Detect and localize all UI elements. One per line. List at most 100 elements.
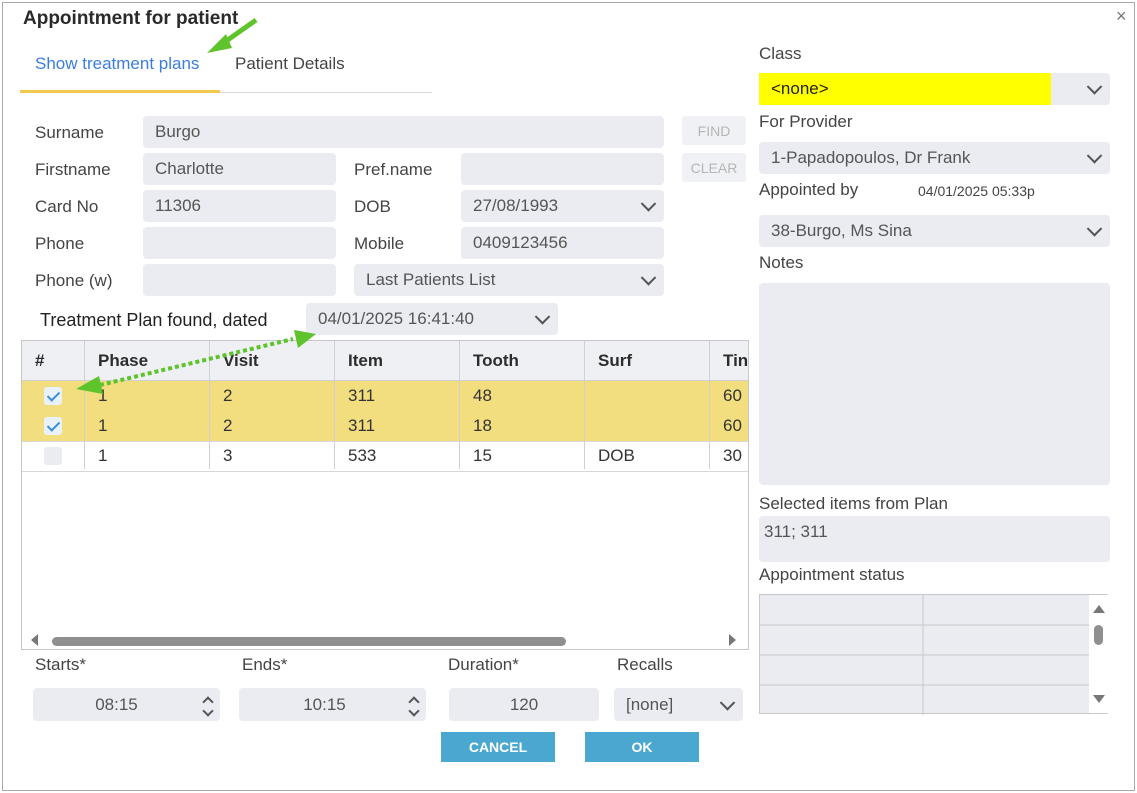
- chevron-down-icon: [1086, 221, 1103, 237]
- ends-label: Ends*: [242, 655, 288, 674]
- mobile-field[interactable]: 0409123456: [461, 227, 664, 259]
- recalls-label: Recalls: [617, 655, 673, 674]
- mobile-label: Mobile: [354, 234, 405, 253]
- selected-items-field[interactable]: 311; 311: [759, 516, 1110, 562]
- cell-time: 60: [723, 416, 742, 435]
- firstname-label: Firstname: [35, 160, 111, 179]
- horizontal-scrollbar[interactable]: [22, 631, 748, 649]
- starts-time-spinner[interactable]: 08:15: [33, 688, 220, 721]
- notes-textarea[interactable]: [759, 283, 1110, 485]
- chevron-down-icon: [640, 196, 657, 212]
- cell-phase: 1: [98, 416, 108, 435]
- table-row[interactable]: 1 3 533 15 DOB 30: [22, 441, 748, 472]
- col-header-item[interactable]: Item: [348, 351, 383, 371]
- last-patients-dropdown[interactable]: Last Patients List: [354, 264, 664, 296]
- surname-label: Surname: [35, 123, 104, 142]
- starts-value: 08:15: [95, 694, 138, 714]
- col-header-surf[interactable]: Surf: [598, 351, 632, 371]
- appointment-status-list[interactable]: [759, 594, 1108, 715]
- cell-time: 60: [723, 386, 742, 405]
- clear-button[interactable]: CLEAR: [682, 153, 746, 182]
- recalls-dropdown[interactable]: [none]: [614, 688, 743, 721]
- dob-picker[interactable]: 27/08/1993: [461, 190, 664, 222]
- last-patients-value: Last Patients List: [366, 270, 496, 289]
- plan-found-label: Treatment Plan found, dated: [40, 310, 268, 330]
- status-grid-lines: [760, 595, 1090, 715]
- plan-date-dropdown[interactable]: 04/01/2025 16:41:40: [306, 303, 558, 335]
- column-divider: [209, 341, 210, 469]
- row-checkbox[interactable]: [44, 387, 62, 405]
- recalls-value: [none]: [626, 694, 674, 714]
- cell-tooth: 18: [473, 416, 492, 435]
- chevron-down-icon: [1086, 148, 1103, 164]
- plan-date-value: 04/01/2025 16:41:40: [318, 309, 474, 328]
- active-tab-indicator: [20, 90, 220, 93]
- scroll-left-icon[interactable]: [30, 634, 40, 646]
- appointment-status-label: Appointment status: [759, 565, 905, 584]
- dialog-title: Appointment for patient: [23, 8, 239, 29]
- cell-item: 311: [348, 416, 376, 435]
- column-divider: [709, 341, 710, 469]
- treatment-plan-grid: # Phase Visit Item Tooth Surf Tin 1 2 31…: [21, 340, 749, 650]
- chevron-down-icon: [719, 694, 736, 711]
- provider-label: For Provider: [759, 112, 853, 131]
- ends-time-spinner[interactable]: 10:15: [239, 688, 426, 721]
- chevron-down-icon: [534, 309, 551, 325]
- prefname-label: Pref.name: [354, 160, 433, 179]
- ok-button[interactable]: OK: [585, 732, 699, 762]
- col-header-phase[interactable]: Phase: [98, 351, 148, 371]
- cancel-button[interactable]: CANCEL: [441, 732, 555, 762]
- appointed-by-value: 38-Burgo, Ms Sina: [771, 221, 912, 240]
- phone-field[interactable]: [143, 227, 336, 259]
- firstname-field[interactable]: Charlotte: [143, 153, 336, 185]
- cell-time: 30: [723, 446, 742, 465]
- scrollbar-thumb[interactable]: [52, 637, 566, 646]
- row-checkbox[interactable]: [44, 417, 62, 435]
- vertical-scrollbar[interactable]: [1089, 595, 1108, 713]
- cell-item: 311: [348, 386, 376, 405]
- scrollbar-thumb[interactable]: [1094, 625, 1103, 645]
- provider-dropdown[interactable]: 1-Papadopoulos, Dr Frank: [759, 142, 1110, 174]
- phone-label: Phone: [35, 234, 85, 253]
- col-header-time[interactable]: Tin: [723, 351, 748, 371]
- dob-value: 27/08/1993: [473, 196, 559, 215]
- find-button[interactable]: FIND: [682, 116, 746, 145]
- appointed-timestamp: 04/01/2025 05:33p: [918, 183, 1035, 199]
- prefname-field[interactable]: [461, 153, 664, 185]
- tab-divider: [220, 92, 432, 93]
- col-header-visit[interactable]: Visit: [223, 351, 259, 371]
- class-label: Class: [759, 44, 802, 63]
- chevron-down-icon: [1086, 79, 1103, 95]
- column-divider: [584, 341, 585, 469]
- table-row[interactable]: 1 2 311 48 60: [22, 381, 748, 412]
- surname-field[interactable]: Burgo: [143, 116, 664, 148]
- class-dropdown[interactable]: <none>: [759, 73, 1110, 105]
- appointed-by-label: Appointed by: [759, 180, 859, 199]
- tab-show-treatment-plans[interactable]: Show treatment plans: [35, 54, 199, 74]
- scroll-down-icon[interactable]: [1093, 695, 1105, 704]
- scroll-up-icon[interactable]: [1093, 604, 1105, 613]
- duration-field[interactable]: 120: [449, 688, 599, 721]
- starts-label: Starts*: [35, 655, 87, 674]
- spinner-arrows-icon[interactable]: [408, 695, 420, 717]
- ends-value: 10:15: [303, 694, 346, 714]
- row-checkbox[interactable]: [44, 447, 62, 465]
- phonew-field[interactable]: [143, 264, 336, 296]
- cardno-field[interactable]: 11306: [143, 190, 336, 222]
- column-divider: [84, 341, 85, 469]
- cell-visit: 2: [223, 386, 233, 405]
- appointed-by-dropdown[interactable]: 38-Burgo, Ms Sina: [759, 215, 1110, 247]
- cardno-label: Card No: [35, 197, 99, 216]
- col-header-tooth[interactable]: Tooth: [473, 351, 519, 371]
- cell-tooth: 48: [473, 386, 492, 405]
- col-header-number[interactable]: #: [35, 351, 44, 371]
- column-divider: [459, 341, 460, 469]
- cell-tooth: 15: [473, 446, 492, 465]
- table-row[interactable]: 1 2 311 18 60: [22, 411, 748, 442]
- selected-items-label: Selected items from Plan: [759, 494, 948, 513]
- notes-label: Notes: [759, 253, 804, 272]
- scroll-right-icon[interactable]: [728, 634, 738, 646]
- spinner-arrows-icon[interactable]: [202, 695, 214, 717]
- tab-patient-details[interactable]: Patient Details: [235, 54, 345, 74]
- close-icon[interactable]: ×: [1116, 6, 1127, 27]
